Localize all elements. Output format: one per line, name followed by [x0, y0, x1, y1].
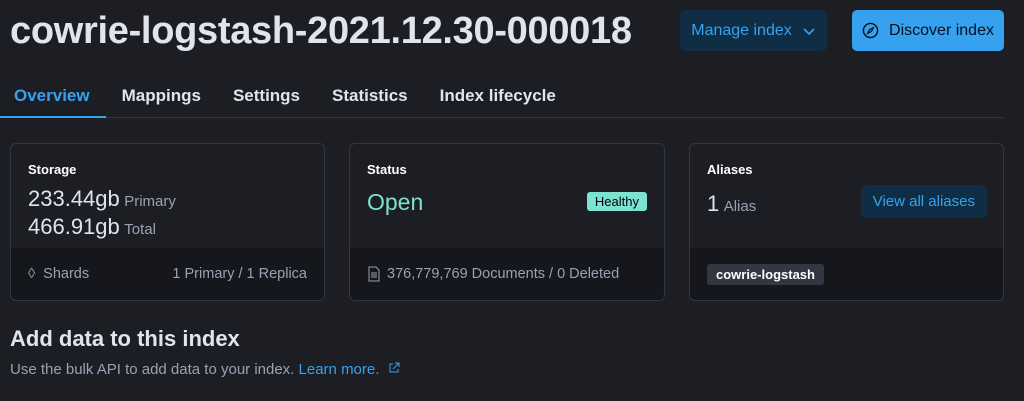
aliases-heading: Aliases [707, 162, 753, 177]
external-link-icon [389, 362, 400, 373]
view-all-aliases-button[interactable]: View all aliases [860, 185, 987, 218]
shards-icon: ◊ [28, 266, 36, 282]
status-value: Open [367, 189, 424, 215]
compass-icon [862, 22, 879, 39]
page-title: cowrie-logstash-2021.12.30-000018 [10, 10, 632, 52]
add-data-heading: Add data to this index [10, 326, 240, 351]
manage-index-button[interactable]: Manage index [680, 10, 827, 51]
total-size: 466.91gb [28, 214, 120, 239]
add-data-description: Use the bulk API to add data to your ind… [10, 361, 295, 378]
alias-count-label: Alias [723, 198, 757, 215]
status-card: Status Open Healthy 376,779,769 Document… [349, 143, 665, 301]
tab-index-lifecycle[interactable]: Index lifecycle [424, 76, 572, 118]
learn-more-link[interactable]: Learn more. [299, 361, 400, 378]
storage-card: Storage 233.44gb Primary 466.91gb Total … [10, 143, 325, 301]
discover-index-label: Discover index [889, 21, 994, 39]
health-badge: Healthy [586, 192, 647, 211]
tab-settings[interactable]: Settings [217, 76, 316, 118]
learn-more-label: Learn more. [298, 361, 380, 378]
alias-tag[interactable]: cowrie-logstash [707, 263, 824, 285]
status-footer: 376,779,769 Documents / 0 Deleted [350, 248, 664, 300]
add-data-text: Use the bulk API to add data to your ind… [10, 361, 400, 378]
tab-bar: Overview Mappings Settings Statistics In… [0, 76, 1003, 118]
aliases-card: Aliases 1 Alias View all aliases cowrie-… [689, 143, 1004, 301]
tab-overview[interactable]: Overview [0, 76, 106, 118]
storage-footer: ◊ Shards 1 Primary / 1 Replica [11, 248, 324, 300]
status-heading: Status [367, 162, 407, 177]
tab-statistics[interactable]: Statistics [316, 76, 424, 118]
aliases-footer: cowrie-logstash [690, 248, 1003, 300]
total-label: Total [124, 221, 156, 238]
shards-value: 1 Primary / 1 Replica [172, 266, 307, 282]
documents-count: 376,779,769 Documents / 0 Deleted [387, 266, 620, 282]
manage-index-label: Manage index [691, 21, 792, 39]
storage-heading: Storage [28, 162, 77, 177]
primary-size: 233.44gb [28, 186, 120, 211]
document-icon [368, 266, 380, 282]
chevron-down-icon [803, 27, 815, 35]
discover-index-button[interactable]: Discover index [852, 10, 1004, 51]
primary-label: Primary [124, 193, 176, 210]
tab-mappings[interactable]: Mappings [106, 76, 217, 118]
alias-count: 1 [707, 191, 720, 216]
shards-label: Shards [43, 266, 90, 282]
